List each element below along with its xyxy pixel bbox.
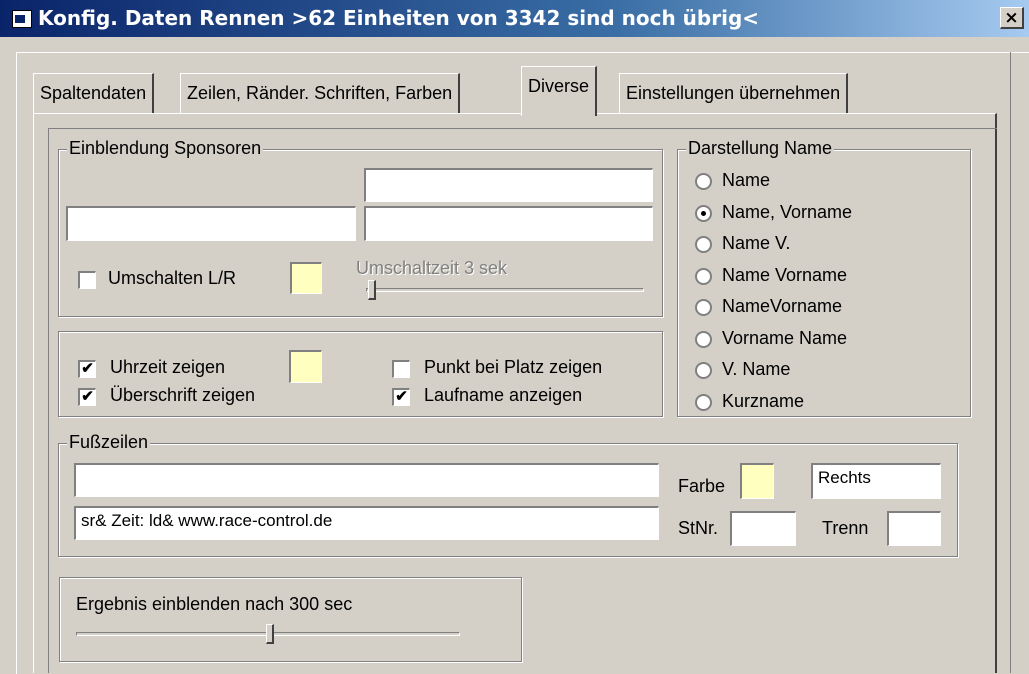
show-heading-label: Überschrift zeigen	[110, 385, 256, 405]
app-icon[interactable]	[12, 10, 32, 28]
time-color-swatch[interactable]	[289, 350, 322, 383]
switch-time-label: Umschaltzeit 3 sek	[356, 258, 508, 278]
name-option-radio[interactable]	[695, 236, 712, 253]
run-name-checkbox[interactable]: ✔	[392, 388, 410, 406]
sponsor-field-top[interactable]	[364, 168, 653, 202]
name-option-radio[interactable]	[695, 393, 712, 411]
name-option-label: NameVorname	[722, 296, 843, 316]
trenn-input[interactable]	[887, 511, 941, 546]
footer-align-input[interactable]: Rechts	[811, 463, 941, 499]
footer-line1-input[interactable]	[74, 463, 659, 497]
footer-color-swatch[interactable]	[740, 463, 774, 499]
result-slider[interactable]	[266, 624, 274, 644]
footer-color-label: Farbe	[678, 476, 726, 496]
name-option-label: Name, Vorname	[722, 201, 853, 222]
sponsor-field-right[interactable]	[364, 206, 653, 241]
show-time-checkbox[interactable]: ✔	[78, 360, 96, 378]
name-option-label: Kurzname	[722, 390, 805, 411]
dot-rank-checkbox[interactable]	[392, 360, 410, 378]
footer-line2-input[interactable]: sr& Zeit: ld& www.race-control.de	[74, 506, 659, 540]
tab-spaltendaten[interactable]: Spaltendaten	[33, 73, 155, 113]
window-title: Konfig. Daten Rennen >62 Einheiten von 3…	[38, 6, 760, 30]
show-time-label: Uhrzeit zeigen	[110, 357, 226, 377]
result-group	[59, 577, 522, 662]
show-heading-checkbox[interactable]: ✔	[78, 388, 96, 406]
switch-time-slider[interactable]	[368, 280, 376, 300]
name-option-label: Name V.	[722, 233, 791, 253]
name-option-radio[interactable]	[695, 173, 712, 190]
tab-diverse[interactable]: Diverse	[521, 66, 598, 116]
tab-zeilen[interactable]: Zeilen, Ränder. Schriften, Farben	[180, 73, 461, 113]
name-option-radio[interactable]	[695, 204, 712, 222]
close-button[interactable]: ×	[1000, 7, 1024, 29]
switch-time-track	[366, 288, 644, 292]
frame-edge	[1010, 52, 1011, 673]
radio-selected-dot	[701, 210, 706, 216]
dot-rank-label: Punkt bei Platz zeigen	[424, 357, 603, 377]
result-label: Ergebnis einblenden nach 300 sec	[76, 594, 353, 614]
switch-lr-checkbox[interactable]	[78, 271, 96, 289]
sponsor-field-left[interactable]	[66, 206, 356, 241]
title-bar: Konfig. Daten Rennen >62 Einheiten von 3…	[0, 0, 1029, 37]
name-option-radio[interactable]	[695, 267, 712, 285]
footer-legend: Fußzeilen	[67, 432, 151, 453]
trenn-label: Trenn	[822, 518, 869, 538]
name-option-radio[interactable]	[695, 362, 712, 379]
name-option-label: Vorname Name	[722, 327, 848, 348]
name-option-label: V. Name	[722, 359, 791, 379]
stnr-label: StNr.	[678, 518, 719, 538]
stnr-input[interactable]	[730, 511, 796, 546]
run-name-label: Laufname anzeigen	[424, 385, 583, 405]
switch-lr-label: Umschalten L/R	[108, 268, 237, 288]
name-display-legend: Darstellung Name	[686, 138, 835, 159]
sponsors-legend: Einblendung Sponsoren	[67, 138, 264, 159]
name-option-label: Name	[722, 170, 771, 190]
tab-einstellungen[interactable]: Einstellungen übernehmen	[619, 73, 849, 113]
name-option-radio[interactable]	[695, 299, 712, 316]
name-option-radio[interactable]	[695, 330, 712, 348]
name-option-label: Name Vorname	[722, 264, 848, 285]
sponsor-color-swatch[interactable]	[290, 262, 322, 294]
